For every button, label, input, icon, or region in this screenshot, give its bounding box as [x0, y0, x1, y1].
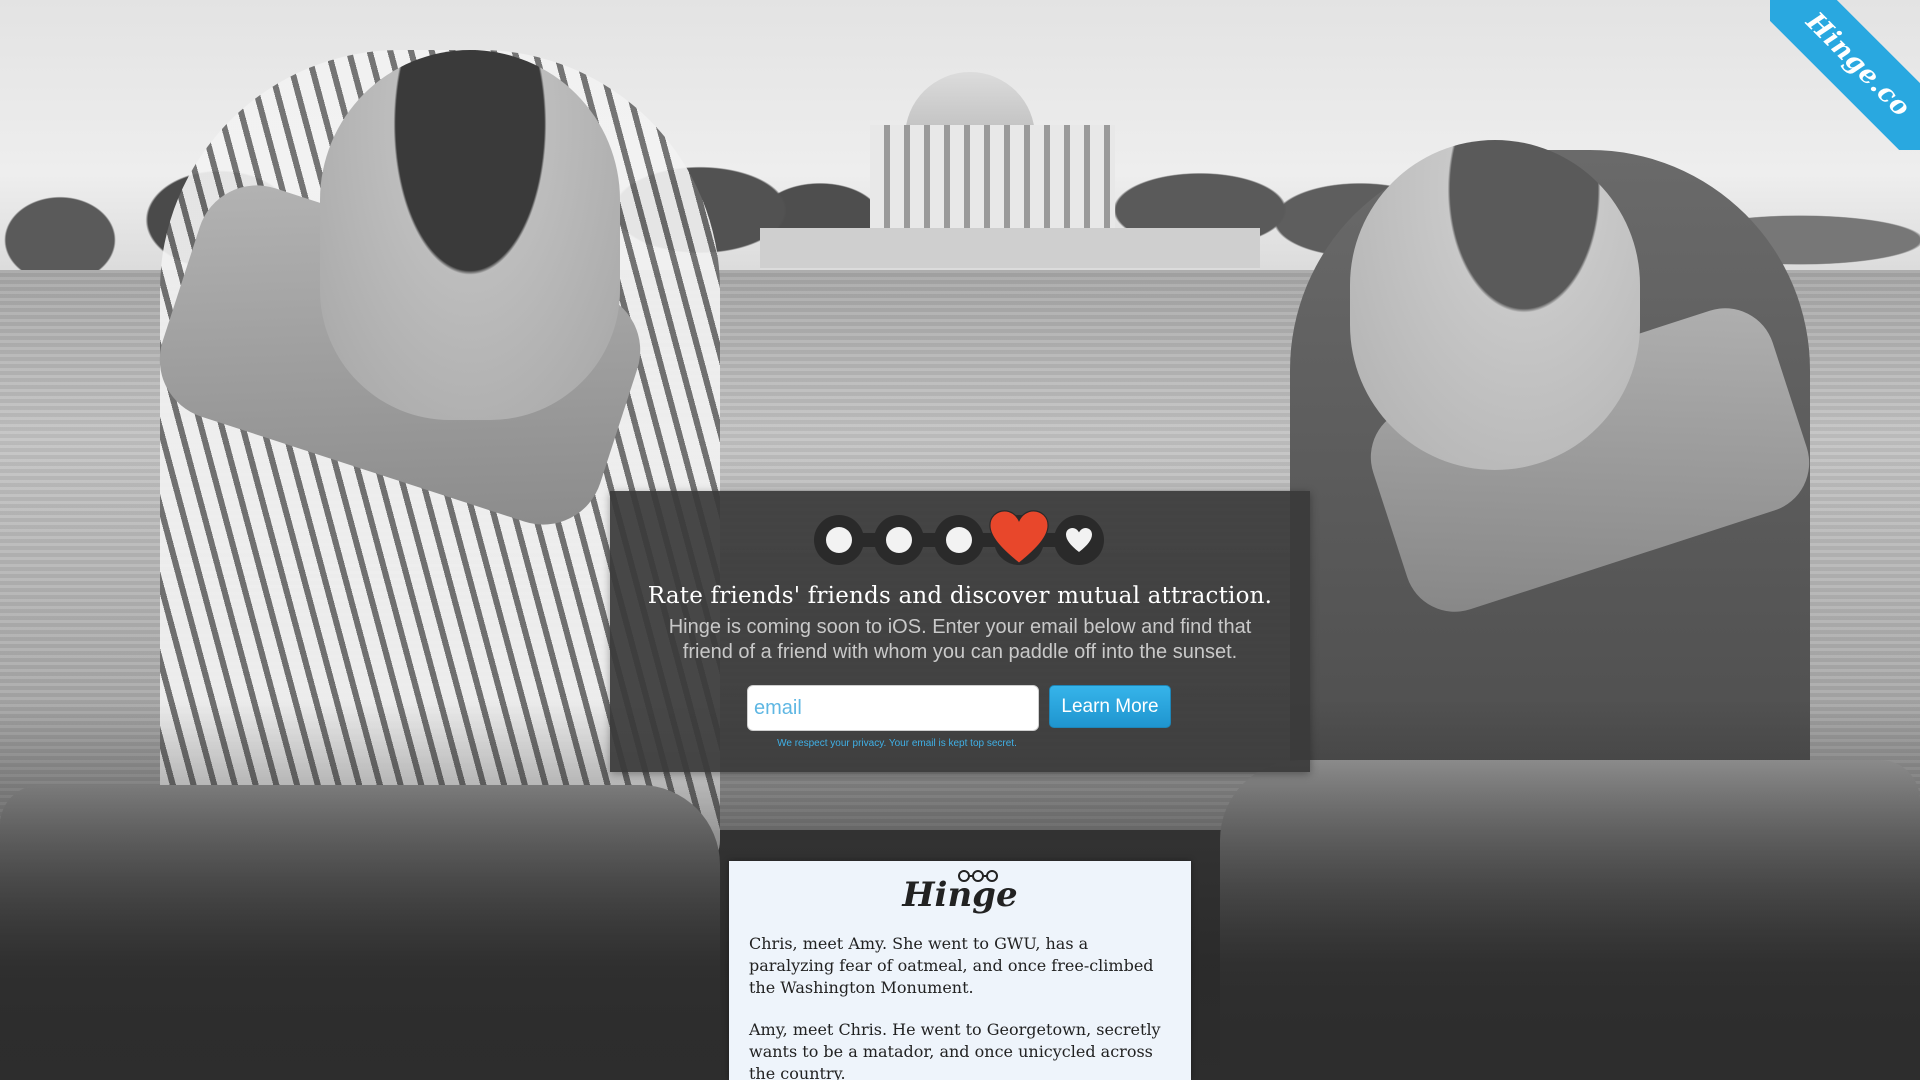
- card-paragraph-1: Chris, meet Amy. She went to GWU, has a …: [749, 934, 1154, 997]
- landing-page: Hinge.co Rate friends' friends and disco…: [0, 0, 1920, 1080]
- rating-scale: [814, 510, 1106, 565]
- rating-heart-selected[interactable]: [989, 510, 1049, 565]
- panel-subtext: Hinge is coming soon to iOS. Enter your …: [668, 616, 1252, 663]
- rating-dot-3[interactable]: [934, 515, 984, 565]
- rating-dot-2[interactable]: [874, 515, 924, 565]
- hinge-logo: Hinge: [902, 875, 1018, 915]
- background-person-left-head: [320, 50, 620, 420]
- background-memorial-columns: [870, 125, 1115, 235]
- background-memorial-base: [760, 228, 1260, 268]
- background-person-right-head: [1350, 140, 1640, 470]
- hinge-site-link[interactable]: Hinge.co: [1770, 0, 1920, 150]
- rating-dot-1[interactable]: [814, 515, 864, 565]
- card-paragraph-2: Amy, meet Chris. He went to Georgetown, …: [749, 1020, 1161, 1080]
- panel-headline: Rate friends' friends and discover mutua…: [647, 583, 1273, 609]
- signup-panel: Rate friends' friends and discover mutua…: [610, 491, 1310, 772]
- email-input[interactable]: [747, 685, 1039, 731]
- heart-filled-icon: [989, 510, 1049, 564]
- corner-ribbon[interactable]: Hinge.co: [1770, 0, 1920, 150]
- learn-more-button[interactable]: Learn More: [1049, 685, 1171, 728]
- privacy-note: We respect your privacy. Your email is k…: [777, 738, 1017, 749]
- rating-heart[interactable]: [1054, 515, 1104, 565]
- intro-card: Hinge Chris, meet Amy. She went to GWU, …: [729, 861, 1191, 1080]
- heart-icon: [1066, 528, 1092, 552]
